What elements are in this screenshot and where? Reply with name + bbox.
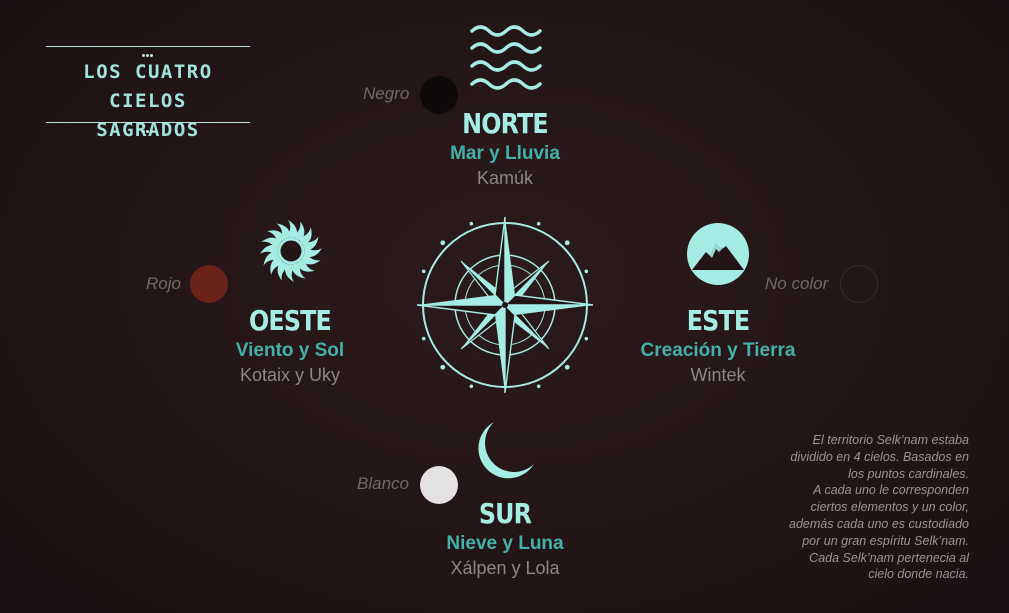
waves-icon — [470, 25, 542, 90]
note-line: por un gran espíritu Selk’nam. — [802, 533, 969, 548]
east-block: ESTE Creación y Tierra Wintek — [618, 305, 818, 388]
note-line: Cada Selk’nam pertenecia al — [809, 550, 969, 565]
note-line: dividido en 4 cielos. Basados en — [790, 449, 969, 464]
mountain-icon — [687, 223, 749, 285]
title-top-dots — [142, 44, 154, 57]
west-color-label: Rojo — [146, 274, 181, 293]
moon-icon — [478, 422, 534, 479]
west-elements: Viento y Sol — [235, 340, 345, 361]
west-color-dot — [190, 265, 228, 303]
description-note: El territorio Selk’nam estaba dividido e… — [762, 432, 969, 583]
east-elements: Creación y Tierra — [640, 340, 796, 361]
west-block: OESTE Viento y Sol Kotaix y Uky — [190, 305, 390, 388]
note-line: además cada uno es custodiado — [789, 516, 969, 531]
title-box: LOS CUATRO CIELOS SAGRADOS — [46, 42, 250, 141]
note-line: A cada uno le corresponden — [813, 483, 969, 498]
north-color-label: Negro — [363, 84, 410, 103]
north-name: NORTE — [462, 107, 549, 140]
east-color-dot — [840, 265, 878, 303]
south-name: SUR — [478, 497, 532, 530]
south-block: SUR Nieve y Luna Xálpen y Lola — [405, 498, 605, 581]
west-name: OESTE — [249, 304, 332, 337]
north-block: NORTE Mar y Lluvia Kamúk — [405, 108, 605, 191]
sun-icon — [260, 220, 322, 282]
north-spirit: Kamúk — [476, 168, 534, 188]
east-name: ESTE — [686, 304, 750, 337]
north-elements: Mar y Lluvia — [450, 143, 560, 164]
note-line: los puntos cardinales. — [848, 466, 969, 481]
south-spirit: Xálpen y Lola — [450, 558, 560, 578]
west-spirit: Kotaix y Uky — [239, 365, 341, 385]
title-line-1: LOS CUATRO CIELOS — [83, 61, 213, 112]
south-color-label: Blanco — [357, 474, 409, 493]
note-line: cielo donde nacia. — [868, 567, 969, 582]
note-line: ciertos elementos y un color, — [810, 500, 969, 515]
title-bottom-dots — [142, 120, 154, 133]
note-line: El territorio Selk’nam estaba — [812, 433, 969, 447]
east-color-label: No color — [765, 274, 829, 293]
south-elements: Nieve y Luna — [446, 533, 564, 554]
compass-rose-icon — [416, 216, 594, 394]
east-spirit: Wintek — [690, 365, 746, 385]
